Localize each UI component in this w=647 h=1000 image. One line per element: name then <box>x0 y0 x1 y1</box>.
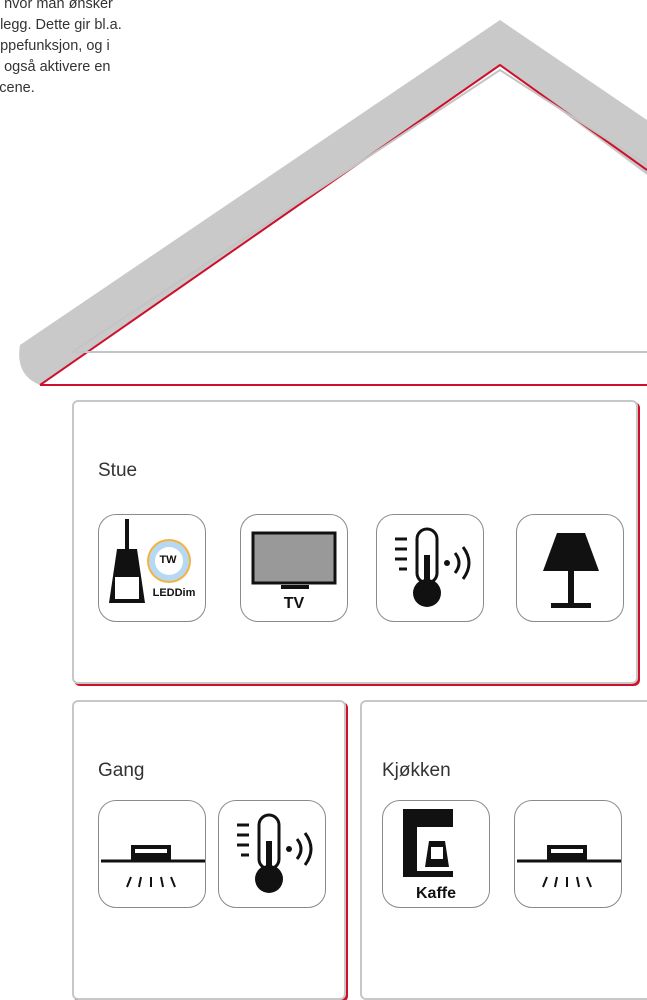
ceiling-light-icon <box>517 845 621 888</box>
coffee-maker-tile[interactable]: Kaffe <box>382 800 490 908</box>
thermometer-icon <box>395 527 471 607</box>
thermometer-icon <box>237 813 313 893</box>
tv-tile[interactable]: TV <box>240 514 348 622</box>
kaffe-label: Kaffe <box>415 885 456 902</box>
room-title: Kjøkken <box>382 760 451 781</box>
table-lamp-tile[interactable] <box>516 514 624 622</box>
tv-label: TV <box>283 595 305 612</box>
house-roof <box>19 20 647 386</box>
tw-badge: TW <box>159 554 177 566</box>
ceiling-light-icon <box>101 845 205 888</box>
room-kjokken: Kjøkken Kaffe <box>360 700 647 1000</box>
pendant-light-icon <box>109 519 191 603</box>
room-title: Stue <box>98 460 138 481</box>
room-title: Gang <box>98 760 145 781</box>
leddim-label: LEDDim <box>152 587 196 599</box>
pendant-light-tile[interactable]: TW LEDDim <box>98 514 206 622</box>
thermostat-tile[interactable] <box>376 514 484 622</box>
table-lamp-icon <box>543 533 599 608</box>
room-gang: Gang <box>72 700 346 1000</box>
room-stue: Stue TW LEDDim TV <box>72 400 638 684</box>
thermostat-tile[interactable] <box>218 800 326 908</box>
ceiling-light-tile[interactable] <box>98 800 206 908</box>
ceiling-light-tile[interactable] <box>514 800 622 908</box>
